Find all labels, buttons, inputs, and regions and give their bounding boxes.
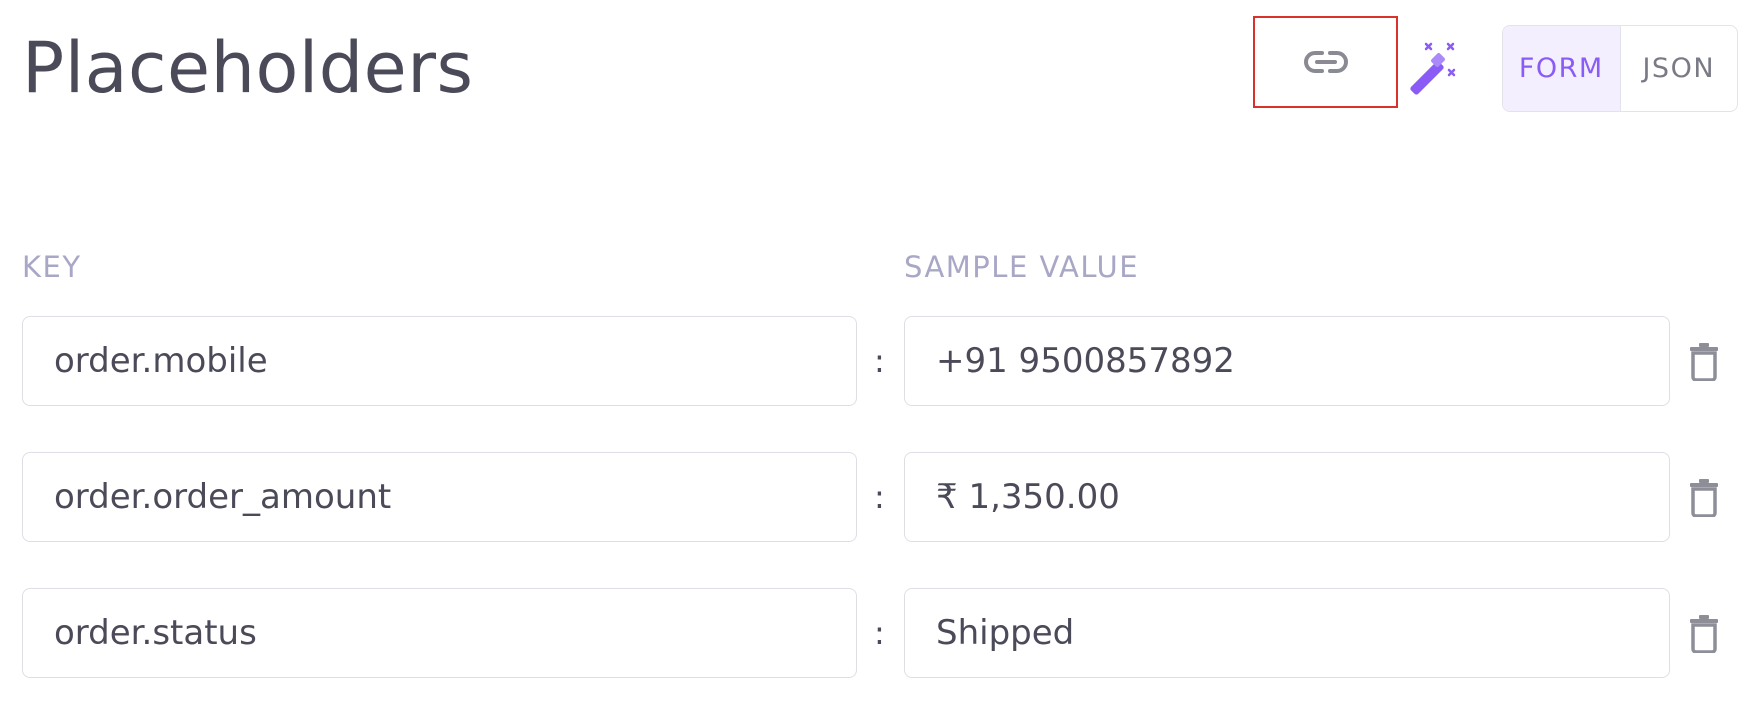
key-value-separator: :: [874, 478, 885, 516]
placeholder-row: order.order_amount : ₹ 1,350.00: [0, 452, 1758, 542]
trash-icon: [1690, 615, 1718, 653]
key-value-separator: :: [874, 614, 885, 652]
key-input[interactable]: order.order_amount: [22, 452, 857, 542]
delete-row-button[interactable]: [1684, 475, 1724, 519]
json-toggle-option[interactable]: JSON: [1621, 26, 1738, 111]
view-toggle: FORM JSON: [1502, 25, 1738, 112]
link-button[interactable]: [1253, 16, 1398, 108]
magic-wand-icon: [1410, 42, 1456, 95]
key-column-label: KEY: [22, 250, 82, 284]
sample-value-column-label: SAMPLE VALUE: [904, 250, 1140, 284]
delete-row-button[interactable]: [1684, 611, 1724, 655]
key-input[interactable]: order.status: [22, 588, 857, 678]
link-icon: [1303, 51, 1348, 73]
magic-wand-button[interactable]: [1404, 38, 1464, 98]
trash-icon: [1690, 479, 1718, 517]
sample-value-input[interactable]: +91 9500857892: [904, 316, 1670, 406]
delete-row-button[interactable]: [1684, 339, 1724, 383]
page-title: Placeholders: [22, 27, 474, 109]
placeholder-row: order.status : Shipped: [0, 588, 1758, 678]
sample-value-input[interactable]: Shipped: [904, 588, 1670, 678]
key-value-separator: :: [874, 342, 885, 380]
sample-value-input[interactable]: ₹ 1,350.00: [904, 452, 1670, 542]
form-toggle-option[interactable]: FORM: [1503, 26, 1621, 111]
placeholder-row: order.mobile : +91 9500857892: [0, 316, 1758, 406]
key-input[interactable]: order.mobile: [22, 316, 857, 406]
trash-icon: [1690, 343, 1718, 381]
